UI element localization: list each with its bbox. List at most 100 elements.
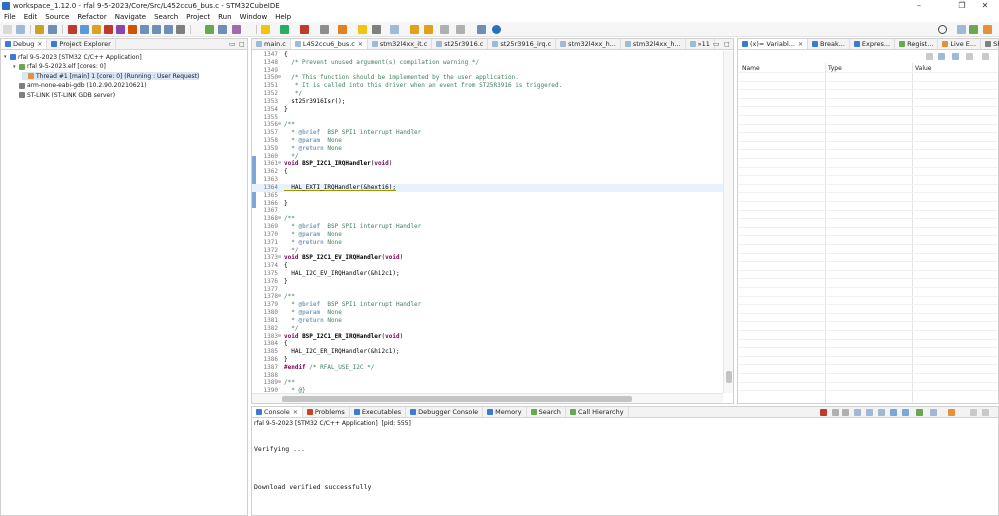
editor-tab-st25r3916-c[interactable]: st25r3916.c [432, 39, 489, 49]
editor-tab-main-c[interactable]: main.c [252, 39, 291, 49]
minimize-view-icon[interactable]: ▭ [229, 40, 236, 48]
nav-history-icon[interactable] [440, 25, 449, 34]
new-icon[interactable] [3, 25, 12, 34]
column-value[interactable]: Value [915, 65, 931, 72]
fold-icon[interactable]: ⊖ [278, 160, 282, 168]
debug-config-icon[interactable] [48, 25, 57, 34]
menu-source[interactable]: Source [41, 13, 73, 21]
word-wrap-icon[interactable] [878, 409, 885, 416]
step-return-icon[interactable] [164, 25, 173, 34]
maximize-console-icon[interactable] [982, 409, 989, 416]
tree-item[interactable]: ST-LINK (ST-LINK GDB server) [13, 91, 115, 99]
display-console-icon[interactable] [930, 409, 937, 416]
fold-icon[interactable]: ⊖ [278, 379, 282, 387]
fold-icon[interactable]: ⊖ [278, 333, 282, 341]
code-line[interactable]: 1365 [252, 192, 723, 200]
code-line[interactable]: 1366} [252, 200, 723, 208]
suspend-icon[interactable] [92, 25, 101, 34]
code-line[interactable]: 1347 { [252, 51, 723, 59]
right-tab-sfrs[interactable]: SFRs [981, 39, 999, 49]
code-line[interactable]: 1358 * @param None [252, 137, 723, 145]
back-icon[interactable] [410, 25, 419, 34]
debug-tab-project-explorer[interactable]: Project Explorer [47, 39, 116, 49]
debug-tab-debug[interactable]: Debug ✕ [1, 39, 48, 49]
code-line[interactable]: 1368 ⊖/** [252, 215, 723, 223]
remove-all-icon[interactable] [842, 409, 849, 416]
close-tab-icon[interactable]: ✕ [37, 41, 42, 48]
fold-icon[interactable]: ⊖ [278, 215, 282, 223]
code-line[interactable]: 1353 st25r3916Isr(); [252, 98, 723, 106]
close-tab-icon[interactable]: ✕ [358, 41, 363, 48]
code-line[interactable]: 1348 /* Prevent unused argument(s) compi… [252, 59, 723, 67]
tree-item[interactable]: arm-none-eabi-gdb (10.2.90.20210621) [13, 82, 147, 90]
resume-icon[interactable] [80, 25, 89, 34]
horizontal-scrollbar[interactable] [252, 393, 723, 403]
menu-edit[interactable]: Edit [20, 13, 42, 21]
disconnect-icon[interactable] [116, 25, 125, 34]
clear-console-icon[interactable] [854, 409, 861, 416]
code-line[interactable]: 1359 * @return None [252, 145, 723, 153]
run-icon[interactable] [205, 25, 214, 34]
console-tab-executables[interactable]: Executables [350, 407, 407, 417]
code-line[interactable]: 1361 ⊖ void BSP_I2C1_IRQHandler(void) [252, 160, 723, 168]
perspective-cpp-icon[interactable] [957, 25, 966, 34]
menu-project[interactable]: Project [182, 13, 214, 21]
code-line[interactable]: 1377 [252, 286, 723, 294]
right-tab-expres[interactable]: Expres... [850, 39, 896, 49]
annotation-icon[interactable] [372, 25, 381, 34]
open-console-icon[interactable] [948, 409, 955, 416]
view-menu-icon[interactable] [966, 53, 973, 60]
close-tab-icon[interactable]: ✕ [293, 409, 298, 416]
info-icon[interactable] [492, 25, 501, 34]
maximize-editor-icon[interactable]: ◻ [724, 40, 730, 48]
vertical-scroll-thumb[interactable] [726, 371, 732, 383]
minimize-button[interactable]: – [905, 0, 933, 11]
console-tab-memory[interactable]: Memory [483, 407, 527, 417]
menu-search[interactable]: Search [150, 13, 182, 21]
code-line[interactable]: 1386} [252, 356, 723, 364]
maximize-view-icon[interactable]: ◻ [239, 40, 245, 48]
editor-tab-11[interactable]: »11 [686, 39, 715, 49]
code-line[interactable]: 1355 [252, 114, 723, 122]
tree-item[interactable]: ▾ rfal 9-5-2023.elf [cores: 0] [13, 63, 106, 71]
console-tab-problems[interactable]: Problems [303, 407, 350, 417]
code-line[interactable]: 1363 [252, 176, 723, 184]
remove-launch-icon[interactable] [832, 409, 839, 416]
breakpoint-icon[interactable] [68, 25, 77, 34]
close-tab-icon[interactable]: ✕ [798, 41, 803, 48]
tree-item[interactable]: ▾ rfal 9-5-2023 [STM32 C/C++ Application] [4, 53, 142, 61]
tree-item[interactable]: Thread #1 [main] 1 [core: 0] (Running : … [22, 72, 200, 80]
editor-tab-stm32l4xx-h[interactable]: stm32l4xx_h... [556, 39, 621, 49]
code-line[interactable]: 1382 */ [252, 325, 723, 333]
run-last-icon[interactable] [280, 25, 289, 34]
step-over-icon[interactable] [152, 25, 161, 34]
save-icon[interactable] [16, 25, 25, 34]
code-line[interactable]: 1350 ⊖ /* This function should be impleme… [252, 74, 723, 82]
console-tab-debugger-console[interactable]: Debugger Console [406, 407, 484, 417]
code-line[interactable]: 1367 [252, 207, 723, 215]
menu-help[interactable]: Help [271, 13, 295, 21]
search-icon[interactable] [938, 25, 947, 34]
close-button[interactable]: ✕ [971, 0, 999, 11]
code-line[interactable]: 1357 * @brief BSP SPI1 interrupt Handler [252, 129, 723, 137]
scroll-lock-icon[interactable] [866, 409, 873, 416]
code-line[interactable]: 1379 * @brief BSP SPI1 interrupt Handler [252, 301, 723, 309]
code-line[interactable]: 1383 ⊖ void BSP_I2C1_ER_IRQHandler(void) [252, 333, 723, 341]
editor-tab-stm32l4xx-h[interactable]: stm32l4xx_h... [621, 39, 686, 49]
code-editor[interactable]: 1347 {1348 /* Prevent unused argument(s) … [252, 51, 723, 394]
editor-tab-l452ccu6-bus-c[interactable]: L452ccu6_bus.c ✕ [290, 39, 368, 49]
console-tab-console[interactable]: Console ✕ [252, 407, 303, 417]
code-line[interactable]: 1381 * @return None [252, 317, 723, 325]
nav-forward-icon[interactable] [456, 25, 465, 34]
code-line[interactable]: 1369 * @brief BSP SPI1 interrupt Handler [252, 223, 723, 231]
terminate-icon[interactable] [104, 25, 113, 34]
collapse-all-icon[interactable] [926, 53, 933, 60]
code-line[interactable]: 1387 #endif /* RFAL_USE_I2C */ [252, 364, 723, 372]
code-line[interactable]: 1380 * @param None [252, 309, 723, 317]
right-tab-regist[interactable]: Regist... [895, 39, 939, 49]
code-line[interactable]: 1351 * It is called into this driver whe… [252, 82, 723, 90]
column-name[interactable]: Name [742, 65, 760, 72]
show-stderr-icon[interactable] [902, 409, 909, 416]
menu-window[interactable]: Window [236, 13, 272, 21]
instruction-step-icon[interactable] [176, 25, 185, 34]
